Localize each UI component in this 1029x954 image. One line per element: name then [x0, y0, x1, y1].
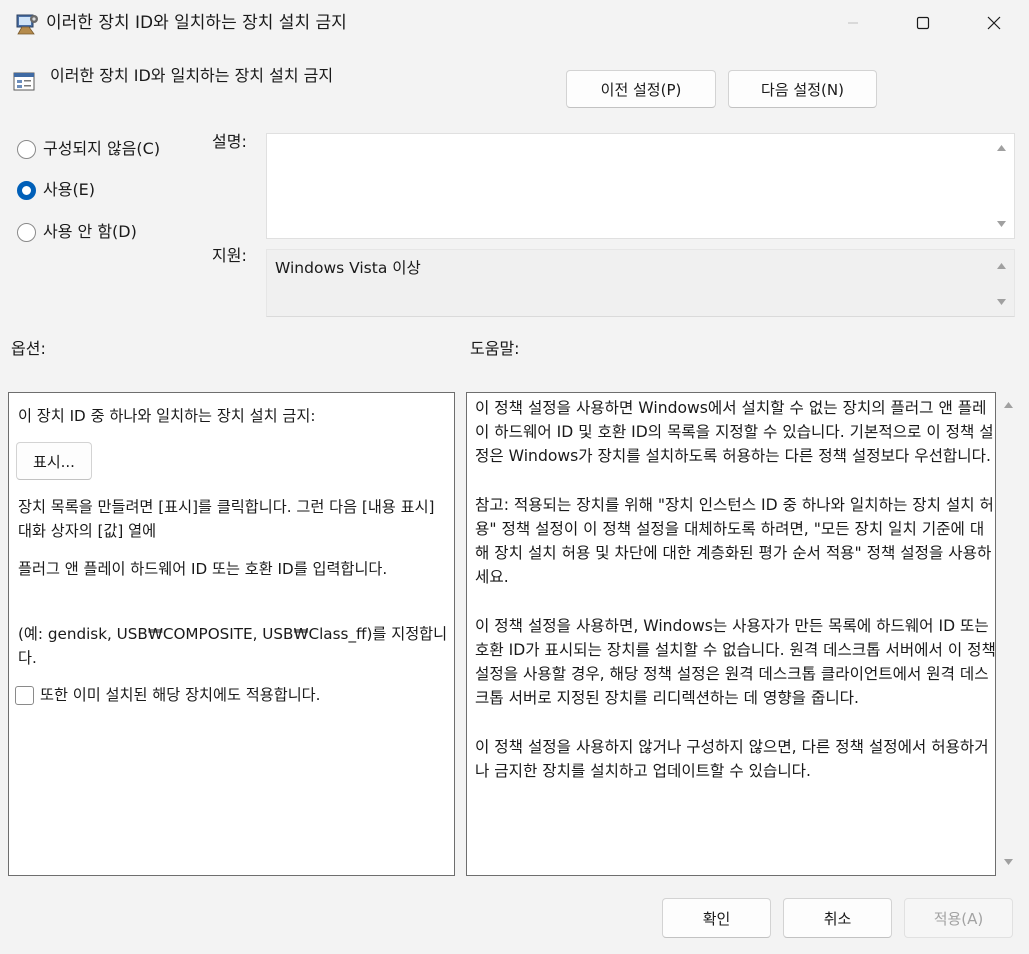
apply-to-installed-checkbox[interactable]	[15, 685, 34, 705]
options-panel: 이 장치 ID 중 하나와 일치하는 장치 설치 금지: 표시... 장치 목록…	[8, 392, 455, 876]
options-instructions-1: 장치 목록을 만들려면 [표시]를 클릭합니다. 그런 다음 [내용 표시] 대…	[18, 498, 435, 540]
radio-label: 사용 안 함(D)	[43, 222, 137, 241]
window-title: 이러한 장치 ID와 일치하는 장치 설치 금지	[46, 13, 347, 33]
maximize-icon	[916, 16, 930, 30]
minimize-button[interactable]	[824, 0, 882, 46]
comment-textarea[interactable]	[266, 133, 1015, 239]
apply-to-installed-checkbox-row[interactable]: 또한 이미 설치된 해당 장치에도 적용합니다.	[15, 684, 320, 706]
supported-on-field: Windows Vista 이상	[266, 249, 1015, 317]
radio-button[interactable]	[17, 180, 36, 200]
supported-label: 지원:	[212, 246, 247, 265]
next-setting-button[interactable]: 다음 설정(N)	[728, 70, 877, 108]
close-icon	[987, 16, 1001, 30]
radio-not-configured[interactable]: 구성되지 않음(C)	[17, 137, 160, 161]
help-paragraph: 이 정책 설정을 사용하면, Windows는 사용자가 만든 목록에 하드웨어…	[475, 616, 996, 708]
supported-value: Windows Vista 이상	[275, 259, 421, 277]
policy-name: 이러한 장치 ID와 일치하는 장치 설치 금지	[50, 66, 334, 85]
scroll-down-icon[interactable]	[995, 219, 1007, 229]
options-instructions-2: 플러그 앤 플레이 하드웨어 ID 또는 호환 ID를 입력합니다.	[18, 560, 388, 578]
show-button[interactable]: 표시...	[16, 442, 92, 480]
help-text: 이 정책 설정을 사용하면 Windows에서 설치할 수 없는 장치의 플러그…	[475, 396, 996, 783]
ok-button[interactable]: 확인	[662, 898, 771, 938]
close-button[interactable]	[965, 0, 1023, 46]
radio-button[interactable]	[17, 139, 36, 159]
cancel-button[interactable]: 취소	[783, 898, 892, 938]
title-bar[interactable]: 이러한 장치 ID와 일치하는 장치 설치 금지	[0, 0, 1029, 48]
previous-setting-button[interactable]: 이전 설정(P)	[566, 70, 716, 108]
radio-disabled[interactable]: 사용 안 함(D)	[17, 220, 137, 244]
radio-label: 구성되지 않음(C)	[43, 139, 161, 158]
radio-button[interactable]	[17, 222, 36, 242]
policy-setting-icon	[13, 70, 35, 92]
help-heading: 도움말:	[470, 339, 520, 358]
help-paragraph: 이 정책 설정을 사용하면 Windows에서 설치할 수 없는 장치의 플러그…	[475, 399, 994, 466]
scroll-up-icon[interactable]	[995, 143, 1007, 153]
radio-enabled[interactable]: 사용(E)	[17, 178, 95, 202]
options-heading: 옵션:	[11, 339, 46, 358]
options-example: (예: gendisk, USB₩COMPOSITE, USB₩Class_ff…	[18, 625, 448, 667]
radio-label: 사용(E)	[43, 180, 96, 199]
apply-button[interactable]: 적용(A)	[904, 898, 1013, 938]
comment-label: 설명:	[212, 132, 247, 151]
maximize-button[interactable]	[894, 0, 952, 46]
scroll-up-icon[interactable]	[995, 261, 1007, 271]
scroll-down-icon[interactable]	[995, 297, 1007, 307]
scroll-down-icon[interactable]	[1002, 857, 1014, 867]
options-intro: 이 장치 ID 중 하나와 일치하는 장치 설치 금지:	[18, 407, 316, 425]
policy-app-icon	[14, 13, 40, 35]
help-paragraph: 이 정책 설정을 사용하지 않거나 구성하지 않으면, 다른 정책 설정에서 허…	[475, 737, 989, 780]
scroll-up-icon[interactable]	[1002, 400, 1014, 410]
help-panel: 이 정책 설정을 사용하면 Windows에서 설치할 수 없는 장치의 플러그…	[466, 392, 996, 876]
help-paragraph: 참고: 적용되는 장치를 위해 "장치 인스턴스 ID 중 하나와 일치하는 장…	[475, 495, 994, 587]
checkbox-label: 또한 이미 설치된 해당 장치에도 적용합니다.	[40, 686, 321, 704]
minimize-icon	[848, 22, 858, 24]
